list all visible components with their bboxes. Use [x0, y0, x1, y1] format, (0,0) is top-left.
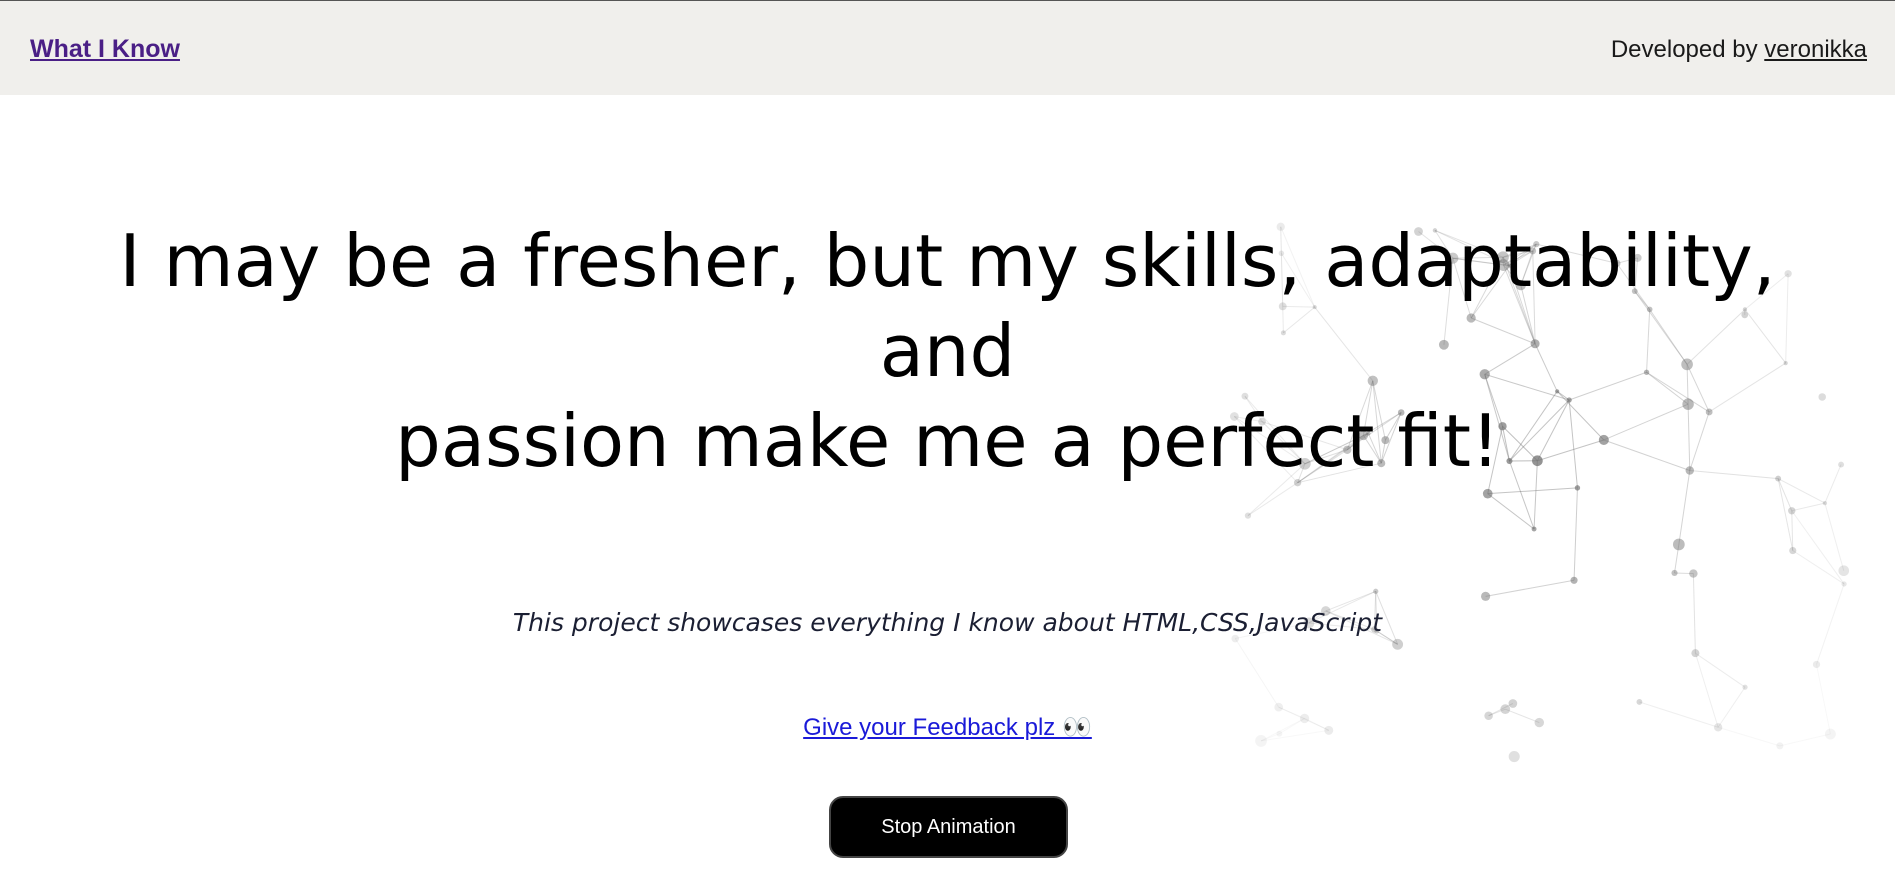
- hero-line-2: and: [0, 306, 1895, 396]
- top-navbar: What I Know Developed by veronikka: [0, 1, 1895, 95]
- stop-animation-button[interactable]: Stop Animation: [829, 796, 1068, 858]
- feedback-link[interactable]: Give your Feedback plz 👀: [803, 714, 1092, 741]
- credit-prefix: Developed by: [1611, 36, 1764, 63]
- developer-link[interactable]: veronikka: [1764, 36, 1867, 63]
- hero-line-3: passion make me a perfect fit!: [0, 396, 1895, 486]
- developer-credit: Developed by veronikka: [1611, 36, 1867, 64]
- hero-line-1: I may be a fresher, but my skills, adapt…: [0, 216, 1895, 306]
- project-subtitle: This project showcases everything I know…: [0, 608, 1895, 637]
- network-background-graphic: [1180, 95, 1895, 879]
- what-i-know-link[interactable]: What I Know: [30, 35, 180, 64]
- feedback-container: Give your Feedback plz 👀: [0, 713, 1895, 742]
- hero-heading: I may be a fresher, but my skills, adapt…: [0, 216, 1895, 486]
